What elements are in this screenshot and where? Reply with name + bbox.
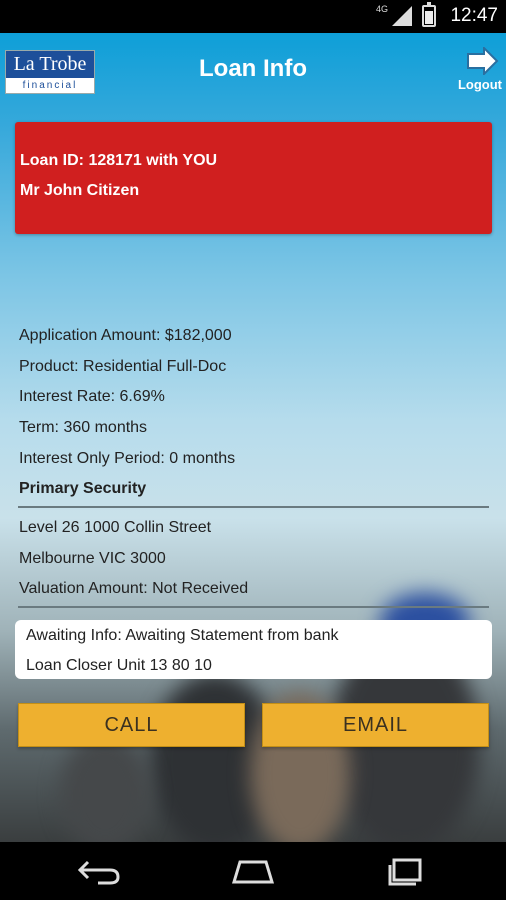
divider: [18, 606, 489, 608]
background-figure: [60, 733, 150, 842]
home-icon[interactable]: [228, 856, 278, 886]
logout-label: Logout: [457, 77, 503, 92]
system-nav-bar: [0, 842, 506, 900]
recents-icon[interactable]: [384, 856, 430, 886]
interest-only-period: Interest Only Period: 0 months: [19, 450, 236, 467]
page-title: Loan Info: [199, 55, 307, 82]
logout-arrow-icon: [467, 47, 499, 75]
product: Product: Residential Full-Doc: [19, 358, 227, 375]
status-note-card: Awaiting Info: Awaiting Statement from b…: [15, 620, 492, 679]
application-amount: Application Amount: $182,000: [19, 327, 232, 344]
valuation-amount: Valuation Amount: Not Received: [19, 580, 249, 597]
loan-id: Loan ID: 128171 with YOU: [20, 152, 218, 169]
loan-info-screen: La Trobe financial Loan Info Logout Loan…: [0, 33, 506, 842]
term: Term: 360 months: [19, 419, 148, 436]
network-type: 4G: [375, 4, 388, 14]
back-icon[interactable]: [76, 856, 122, 886]
clock: 12:47: [450, 5, 498, 26]
battery-icon: [422, 2, 436, 27]
awaiting-info: Awaiting Info: Awaiting Statement from b…: [26, 627, 339, 644]
signal-icon: [392, 6, 412, 26]
security-address-line1: Level 26 1000 Collin Street: [19, 519, 212, 536]
security-address-line2: Melbourne VIC 3000: [19, 550, 166, 567]
interest-rate: Interest Rate: 6.69%: [19, 388, 165, 405]
divider: [18, 506, 489, 508]
primary-security-heading: Primary Security: [19, 480, 147, 497]
loan-summary-card: Loan ID: 128171 with YOU Mr John Citizen: [15, 122, 492, 234]
logout-button[interactable]: Logout: [454, 47, 506, 97]
status-bar: 4G 12:47: [0, 0, 506, 33]
call-button[interactable]: CALL: [18, 703, 245, 747]
email-button[interactable]: EMAIL: [262, 703, 489, 747]
borrower-name: Mr John Citizen: [20, 182, 140, 199]
app-header: La Trobe financial Loan Info Logout: [0, 33, 506, 111]
contact-unit: Loan Closer Unit 13 80 10: [26, 657, 212, 674]
